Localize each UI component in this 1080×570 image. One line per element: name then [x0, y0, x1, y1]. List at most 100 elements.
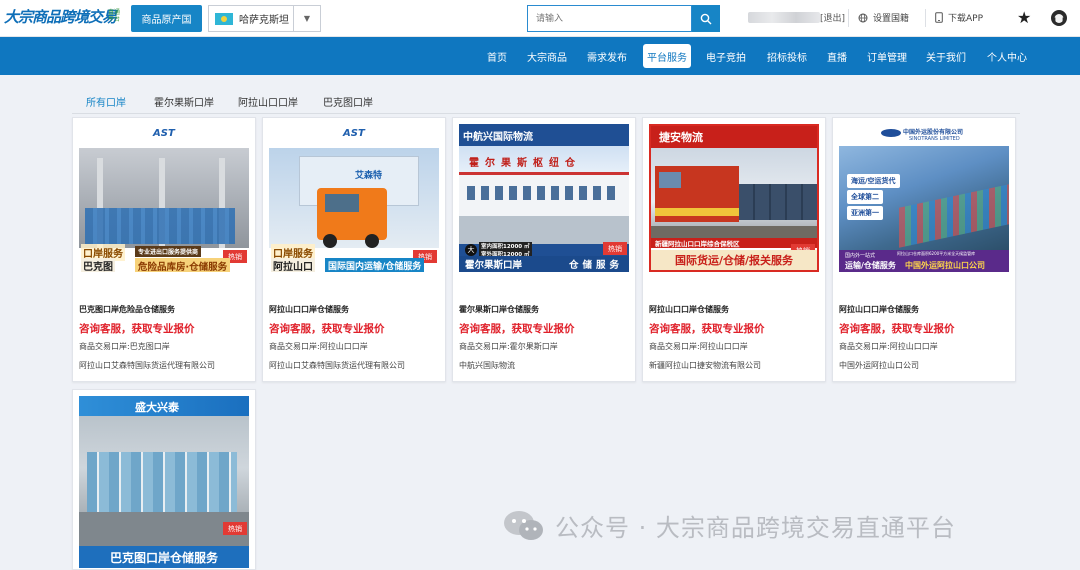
country-selected-value: 哈萨克斯坦	[239, 15, 289, 26]
nav-about[interactable]: 关于我们	[922, 44, 970, 68]
nav-home[interactable]: 首页	[480, 44, 514, 68]
set-nationality-link[interactable]: 设置国籍	[858, 11, 909, 24]
chevron-down-icon[interactable]: ▼	[293, 6, 320, 31]
port-tabs: 所有口岸 霍尔果斯口岸 阿拉山口口岸 巴克图口岸	[72, 87, 1020, 114]
sinotrans-logo-icon	[881, 129, 901, 137]
nav-platform-services[interactable]: 平台服务	[643, 44, 691, 68]
search-input[interactable]	[527, 5, 692, 32]
search-button[interactable]	[692, 5, 720, 32]
train-photo	[651, 148, 817, 238]
company-header: 盛大兴泰	[135, 401, 179, 414]
card-company: 阿拉山口艾森特国际货运代理有限公司	[269, 361, 405, 370]
search-icon	[700, 13, 712, 24]
card-title: 巴克图口岸危险品仓储服务	[79, 305, 175, 314]
bottom-band: 霍尔果斯口岸 仓储服务	[459, 256, 629, 272]
brand-logo-text: AST	[153, 128, 175, 139]
tab-baketu-port[interactable]: 巴克图口岸	[323, 94, 373, 109]
hot-sale-badge: 热销	[603, 242, 627, 255]
company-header: 中航兴国际物流	[463, 132, 533, 143]
card-title: 阿拉山口口岸仓储服务	[269, 305, 349, 314]
wechat-icon	[504, 510, 543, 540]
building-sign: 霍尔果斯枢纽仓	[469, 158, 581, 169]
download-app-link[interactable]: 下载APP	[935, 11, 983, 24]
logo-subtext: 直通平台	[108, 9, 121, 23]
hazmat-band: 危险品库房·仓储服务	[135, 258, 231, 272]
nav-bidding[interactable]: 招标投标	[763, 44, 811, 68]
location-tag: 阿拉山口	[271, 258, 315, 272]
set-nationality-label: 设置国籍	[873, 14, 910, 24]
thumb-header: 中国外运股份有限公司 SINOTRANS LIMITED	[839, 124, 1009, 146]
company-header: 捷安物流	[659, 131, 703, 144]
wechat-watermark: 公众号 · 大宗商品跨境交易直通平台	[503, 508, 956, 543]
card-port: 商品交易口岸:阿拉山口口岸	[839, 342, 938, 351]
divider	[848, 9, 849, 27]
stat-badge-icon: 大	[465, 244, 477, 256]
divider	[925, 9, 926, 27]
card-thumbnail: AST 热销 口岸服务 巴克图 专业进出口服务提供商 危险品库房·仓储服务	[79, 124, 249, 272]
product-card[interactable]: 盛大兴泰 热销 巴克图口岸仓储服务	[72, 389, 256, 570]
company-cn: 中国外运股份有限公司	[903, 129, 964, 136]
logout-link[interactable]: [退出]	[820, 11, 845, 24]
thumb-header: 捷安物流	[651, 126, 817, 148]
bottom-note: 阿拉山口仓库面积6200平方米全天候监管库	[897, 251, 976, 256]
top-bar: 大宗商品跨境交易 直通平台 商品原产国 哈萨克斯坦 ▼ [退出] 设置国籍 下载…	[0, 0, 1080, 37]
card-cta[interactable]: 咨询客服，获取专业报价	[459, 321, 575, 336]
card-cta[interactable]: 咨询客服，获取专业报价	[839, 321, 955, 336]
product-card[interactable]: AST 热销 口岸服务 巴克图 专业进出口服务提供商 危险品库房·仓储服务 巴克…	[72, 117, 256, 382]
thumb-header: AST	[269, 124, 439, 148]
card-port: 商品交易口岸:阿拉山口口岸	[649, 342, 748, 351]
service-band: 巴克图口岸仓储服务	[79, 546, 249, 568]
product-card[interactable]: 中国外运股份有限公司 SINOTRANS LIMITED 海运/空运货代 全球第…	[832, 117, 1016, 382]
nav-demand-publish[interactable]: 需求发布	[584, 44, 630, 68]
bottom-small: 国内外一站式	[845, 253, 876, 259]
country-select[interactable]: 哈萨克斯坦 ▼	[208, 5, 321, 32]
kazakhstan-flag-icon	[215, 12, 233, 25]
card-thumbnail: 捷安物流 新疆阿拉山口口岸综合保税区 热销 国际货运/仓储/报关服务	[649, 124, 819, 272]
card-thumbnail: 盛大兴泰 热销 巴克图口岸仓储服务	[79, 396, 249, 568]
star-icon[interactable]: ★	[1017, 9, 1031, 27]
card-title: 阿拉山口口岸仓储服务	[839, 305, 919, 314]
card-company: 中航兴国际物流	[459, 361, 515, 370]
nav-e-auction[interactable]: 电子竞拍	[702, 44, 750, 68]
phone-icon	[935, 12, 943, 23]
site-logo[interactable]: 大宗商品跨境交易 直通平台	[4, 4, 122, 34]
card-port: 商品交易口岸:巴克图口岸	[79, 342, 170, 351]
card-title: 霍尔果斯口岸仓储服务	[459, 305, 539, 314]
tab-khorgos-port[interactable]: 霍尔果斯口岸	[154, 94, 214, 109]
nav-live[interactable]: 直播	[823, 44, 851, 68]
truck-side-text: 艾森特	[355, 171, 383, 181]
bottom-left: 运输/仓储服务	[845, 261, 896, 270]
card-company: 中国外运阿拉山口公司	[839, 361, 919, 370]
company-en: SINOTRANS LIMITED	[909, 136, 960, 142]
card-cta[interactable]: 咨询客服，获取专业报价	[269, 321, 385, 336]
brand-logo-text: AST	[343, 128, 365, 139]
origin-country-button[interactable]: 商品原产国	[131, 5, 202, 32]
card-title: 阿拉山口口岸仓储服务	[649, 305, 729, 314]
globe-icon	[858, 13, 868, 22]
username-blurred	[748, 12, 820, 23]
product-card[interactable]: AST 艾森特 热销 口岸服务 阿拉山口 国际国内运输/仓储服务 阿拉山口口岸仓…	[262, 117, 446, 382]
card-company: 新疆阿拉山口捷安物流有限公司	[649, 361, 761, 370]
tab-all-ports[interactable]: 所有口岸	[86, 94, 126, 109]
thumb-header: 盛大兴泰	[79, 396, 249, 416]
warehouse-photo	[79, 148, 249, 248]
card-cta[interactable]: 咨询客服，获取专业报价	[79, 321, 195, 336]
nav-commodities[interactable]: 大宗商品	[525, 44, 569, 68]
card-cta[interactable]: 咨询客服，获取专业报价	[649, 321, 765, 336]
band-right: 仓储服务	[568, 260, 623, 271]
location-tag: 巴克图	[81, 258, 115, 272]
card-thumbnail: AST 艾森特 热销 口岸服务 阿拉山口 国际国内运输/仓储服务	[269, 124, 439, 272]
download-app-label: 下载APP	[948, 14, 984, 24]
tag-global-second: 全球第二	[847, 190, 883, 204]
tab-alashankou-port[interactable]: 阿拉山口口岸	[238, 94, 298, 109]
tagline: 专业进出口服务提供商	[135, 246, 202, 257]
card-port: 商品交易口岸:阿拉山口口岸	[269, 342, 368, 351]
product-card[interactable]: 中航兴国际物流 霍尔果斯枢纽仓 大 室内面积12000 ㎡ 室外面积12000 …	[452, 117, 636, 382]
headset-icon[interactable]	[1050, 9, 1068, 27]
bottom-right: 中国外运阿拉山口公司	[905, 261, 985, 270]
tag-forwarding: 海运/空运货代	[847, 174, 900, 188]
nav-personal-center[interactable]: 个人中心	[982, 44, 1032, 68]
nav-orders[interactable]: 订单管理	[863, 44, 911, 68]
product-card[interactable]: 捷安物流 新疆阿拉山口口岸综合保税区 热销 国际货运/仓储/报关服务 阿拉山口口…	[642, 117, 826, 382]
card-thumbnail: 中航兴国际物流 霍尔果斯枢纽仓 大 室内面积12000 ㎡ 室外面积12000 …	[459, 124, 629, 272]
